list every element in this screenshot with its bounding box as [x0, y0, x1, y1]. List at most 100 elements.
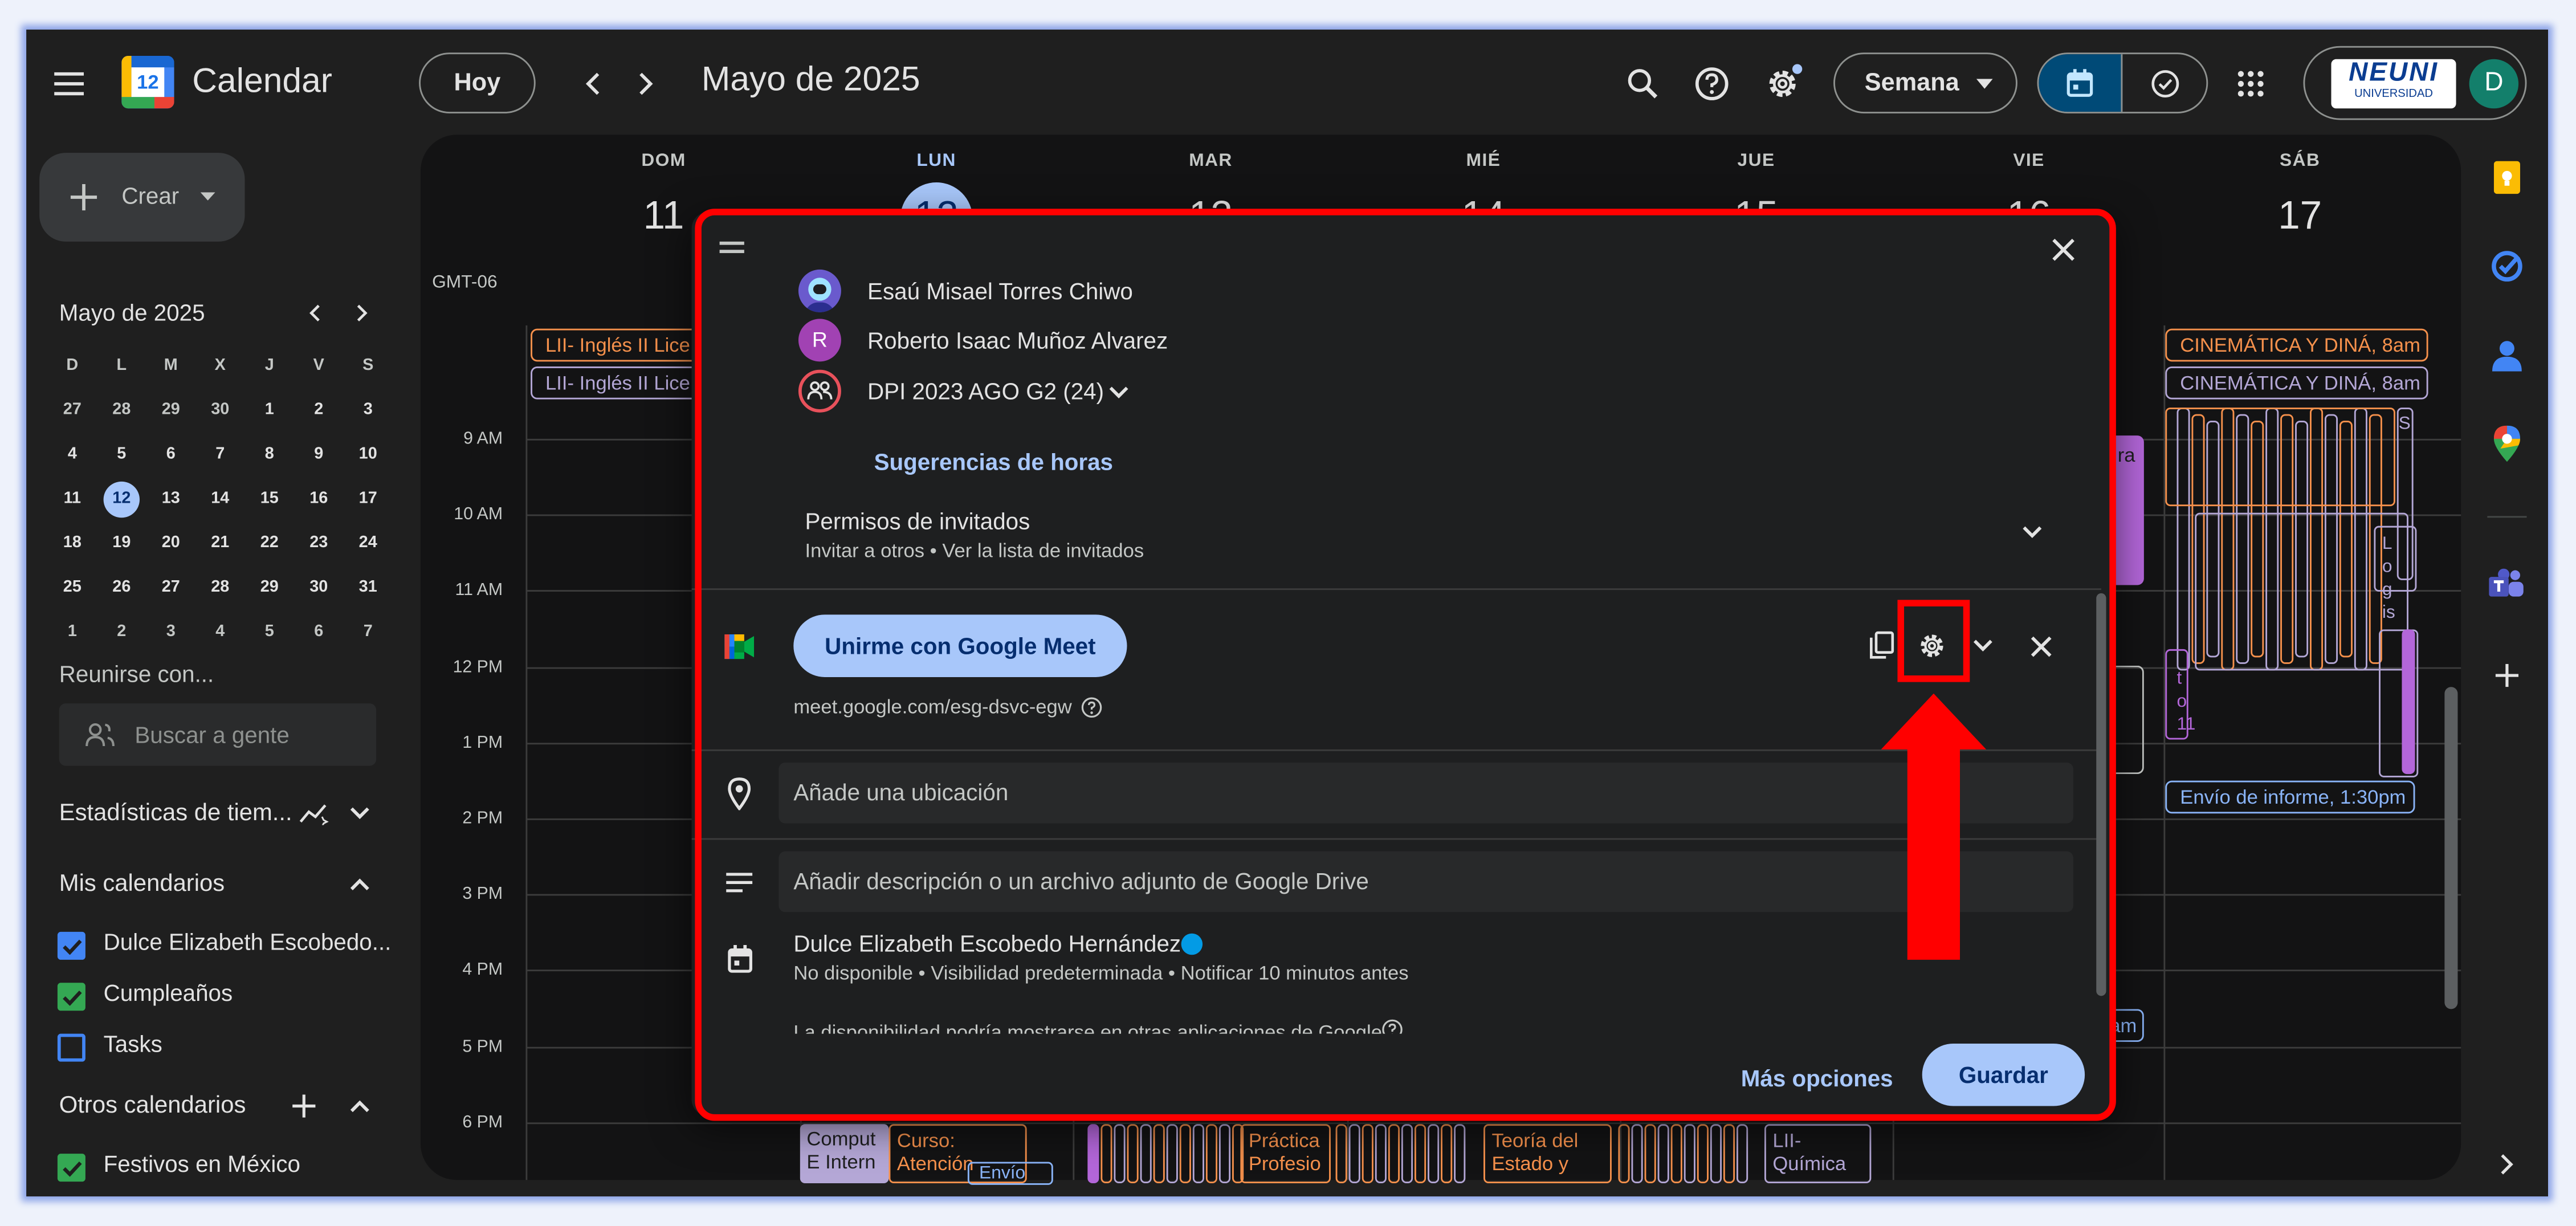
- mini-calendar-day[interactable]: 10: [343, 445, 392, 463]
- mini-calendar-day[interactable]: 14: [195, 490, 244, 508]
- mini-calendar-day-selected[interactable]: 12: [103, 480, 140, 517]
- event-chip[interactable]: LII- Inglés II Lice: [531, 366, 695, 400]
- mini-calendar-day[interactable]: 27: [48, 401, 97, 419]
- event-outline[interactable]: [1362, 1124, 1373, 1184]
- event-outline[interactable]: [1684, 1124, 1695, 1184]
- event-chip[interactable]: CINEMÁTICA Y DINÁ, 8am: [2165, 366, 2428, 400]
- mini-calendar-day[interactable]: 4: [48, 445, 97, 463]
- mini-calendar-day[interactable]: 17: [343, 490, 392, 508]
- event-outline[interactable]: [1087, 1124, 1099, 1184]
- mini-calendar-day[interactable]: 19: [97, 534, 146, 552]
- event-outline[interactable]: [1114, 1124, 1126, 1184]
- mini-calendar-day[interactable]: 2: [97, 623, 146, 641]
- search-icon[interactable]: [1623, 64, 1662, 103]
- next-period-icon[interactable]: [627, 66, 663, 101]
- event-outline[interactable]: [1618, 1124, 1630, 1184]
- keep-icon[interactable]: [2487, 158, 2526, 197]
- mini-calendar-day[interactable]: 5: [245, 623, 294, 641]
- event-outline[interactable]: [1631, 1124, 1643, 1184]
- apps-grid-icon[interactable]: [2231, 64, 2271, 103]
- event-outline[interactable]: [1100, 1124, 1112, 1184]
- my-calendars-heading[interactable]: Mis calendarios: [59, 871, 225, 897]
- event-outline[interactable]: [1454, 1124, 1466, 1184]
- saturday-event-fragment[interactable]: t: [2177, 669, 2182, 689]
- saturday-event-fragment[interactable]: S: [2399, 414, 2411, 434]
- grid-scrollbar[interactable]: [2444, 687, 2458, 1009]
- maps-icon[interactable]: [2487, 424, 2526, 463]
- mini-calendar-day[interactable]: 18: [48, 534, 97, 552]
- contacts-icon[interactable]: [2487, 335, 2526, 374]
- event-block[interactable]: Práctica Profesio: [1240, 1124, 1331, 1184]
- other-calendars-heading[interactable]: Otros calendarios: [59, 1093, 246, 1119]
- mini-calendar-day[interactable]: 8: [245, 445, 294, 463]
- event-outline[interactable]: [1218, 1124, 1231, 1184]
- calendar-name[interactable]: Festivos en México: [104, 1150, 300, 1176]
- create-button[interactable]: Crear: [39, 153, 245, 242]
- event-outline[interactable]: [1736, 1124, 1748, 1184]
- insights-sparkle-icon[interactable]: [297, 799, 331, 828]
- mini-calendar-day[interactable]: 13: [146, 490, 195, 508]
- calendar-logo-icon[interactable]: 12: [121, 56, 174, 109]
- tasks-icon[interactable]: [2487, 247, 2526, 286]
- mini-calendar-day[interactable]: 4: [195, 623, 244, 641]
- event-outline[interactable]: [1153, 1124, 1165, 1184]
- event-outline[interactable]: [1179, 1124, 1191, 1184]
- event-block[interactable]: Teoría del Estado y: [1483, 1124, 1612, 1184]
- event-chip[interactable]: Envío de informe, 1:30pm: [2165, 780, 2415, 814]
- event-outline[interactable]: [1166, 1124, 1178, 1184]
- mini-calendar-day[interactable]: 15: [245, 490, 294, 508]
- people-search-box[interactable]: Buscar a gente: [59, 703, 377, 766]
- event-outline[interactable]: [1697, 1124, 1709, 1184]
- time-insights-expand-icon[interactable]: [345, 800, 374, 826]
- calendar-view-toggle[interactable]: [2039, 54, 2123, 112]
- event-outline[interactable]: [1723, 1124, 1735, 1184]
- event-outline[interactable]: [1414, 1124, 1426, 1184]
- mini-calendar-day[interactable]: 11: [48, 490, 97, 508]
- mini-calendar-day[interactable]: 29: [245, 579, 294, 597]
- mini-calendar-day[interactable]: 24: [343, 534, 392, 552]
- event-outline[interactable]: [1192, 1124, 1204, 1184]
- mini-calendar-day[interactable]: 16: [294, 490, 343, 508]
- day-number[interactable]: 17: [2243, 194, 2358, 240]
- saturday-event-fragment[interactable]: L: [2382, 534, 2392, 554]
- previous-period-icon[interactable]: [575, 66, 611, 101]
- event-block[interactable]: Comput E Intern: [800, 1124, 889, 1184]
- saturday-event-fragment[interactable]: 11: [2177, 715, 2196, 735]
- time-insights-heading[interactable]: Estadísticas de tiem...: [59, 800, 292, 826]
- event-chip[interactable]: Envío de: [967, 1162, 1053, 1185]
- event-outline[interactable]: [1441, 1124, 1453, 1184]
- mini-calendar-day[interactable]: 6: [146, 445, 195, 463]
- mini-calendar-day[interactable]: 28: [195, 579, 244, 597]
- mini-calendar-day[interactable]: 31: [343, 579, 392, 597]
- event-outline[interactable]: [1127, 1124, 1139, 1184]
- calendar-name[interactable]: Tasks: [104, 1031, 162, 1057]
- calendar-name[interactable]: Cumpleaños: [104, 979, 233, 1005]
- settings-gear-icon[interactable]: [1763, 64, 1803, 103]
- event-outline[interactable]: [2374, 526, 2417, 592]
- mini-calendar-day[interactable]: 28: [97, 401, 146, 419]
- saturday-event-fragment[interactable]: g: [2382, 580, 2392, 600]
- mini-calendar-day[interactable]: 29: [146, 401, 195, 419]
- mini-calendar-day[interactable]: 23: [294, 534, 343, 552]
- mini-calendar-day[interactable]: 30: [294, 579, 343, 597]
- mini-calendar-day[interactable]: 7: [195, 445, 244, 463]
- saturday-event-fragment[interactable]: o: [2382, 557, 2392, 577]
- mini-calendar-day[interactable]: 27: [146, 579, 195, 597]
- mini-calendar-day[interactable]: 5: [97, 445, 146, 463]
- saturday-event-fragment[interactable]: is: [2382, 603, 2395, 623]
- event-outline[interactable]: [2165, 408, 2395, 507]
- event-chip[interactable]: LII- Inglés II Lice: [531, 328, 695, 362]
- event-block[interactable]: LII- Química: [1764, 1124, 1872, 1184]
- event-outline[interactable]: [1348, 1124, 1360, 1184]
- event-outline[interactable]: [1375, 1124, 1387, 1184]
- account-chip[interactable]: NEUNI UNIVERSIDAD D: [2303, 46, 2527, 120]
- saturday-event-fragment[interactable]: o: [2177, 692, 2187, 712]
- teams-icon[interactable]: [2487, 565, 2526, 605]
- calendar-checkbox[interactable]: [57, 983, 85, 1011]
- event-outline[interactable]: [1428, 1124, 1440, 1184]
- add-other-calendar-icon[interactable]: [289, 1091, 319, 1121]
- avatar[interactable]: D: [2469, 59, 2519, 109]
- mini-calendar-day[interactable]: 3: [146, 623, 195, 641]
- event-outline[interactable]: [1670, 1124, 1682, 1184]
- event-outline[interactable]: [1401, 1124, 1413, 1184]
